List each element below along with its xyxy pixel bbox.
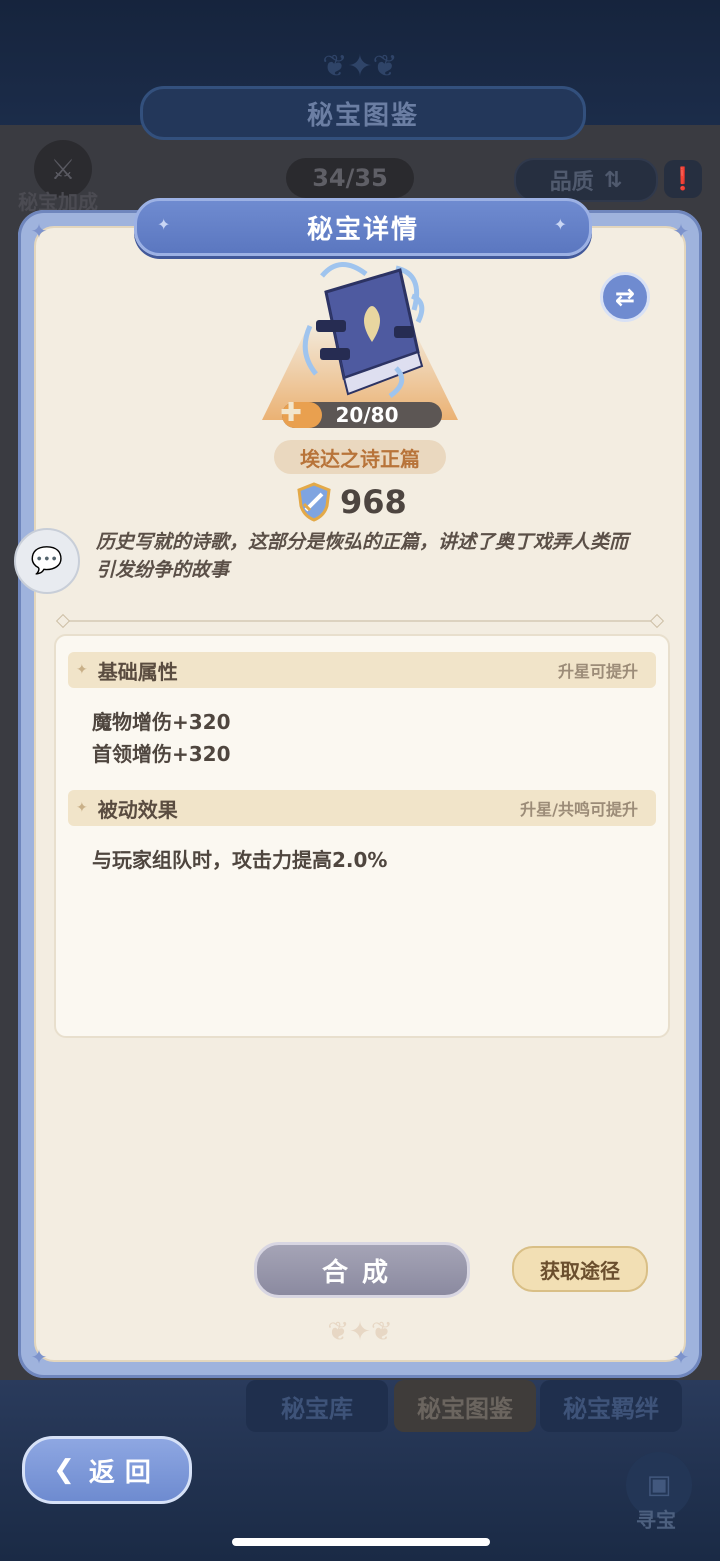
book-icon (302, 262, 425, 399)
sort-icon: ⇅ (603, 167, 623, 193)
back-button[interactable]: ❮ 返回 (22, 1436, 192, 1504)
chat-icon[interactable]: 💬 (14, 528, 80, 594)
passive-effect-hint: 升星/共鸣可提升 (520, 800, 638, 819)
acquire-route-button[interactable]: 获取途径 (512, 1246, 648, 1292)
back-label: 返回 (88, 1457, 161, 1488)
passive-effect-title: 被动效果 (97, 797, 178, 822)
swap-icon[interactable]: ⇄ (600, 272, 650, 322)
power-row: 968 (296, 480, 407, 524)
basic-attributes-header: ✦ 基础属性 升星可提升 (68, 652, 656, 688)
collection-count: 34/35 (286, 158, 414, 198)
synthesize-button[interactable]: 合成 (254, 1242, 470, 1298)
seek-treasure-label: 寻宝 (636, 1508, 676, 1532)
tab-treasure-library[interactable]: 秘宝库 (246, 1380, 388, 1432)
corner-ornament-icon: ✦ (672, 1345, 690, 1369)
quality-label: 品质 (549, 170, 594, 195)
modal-title-text: 秘宝详情 (306, 214, 419, 245)
basic-attributes-title: 基础属性 (97, 659, 178, 684)
ribbon-star-icon: ✦ (553, 215, 569, 234)
section-star-icon: ✦ (76, 662, 88, 678)
quality-sort-button[interactable]: 品质 ⇅ (514, 158, 658, 202)
home-indicator (232, 1538, 490, 1546)
fragment-progress-bar: 20/80 (282, 402, 442, 428)
passive-effect-header: ✦ 被动效果 升星/共鸣可提升 (68, 790, 656, 826)
basic-attributes-hint: 升星可提升 (557, 662, 638, 681)
info-icon[interactable]: ❗ (664, 160, 702, 198)
corner-ornament-icon: ✦ (30, 1345, 48, 1369)
tab-treasure-bond[interactable]: 秘宝羁绊 (540, 1380, 682, 1432)
attribute-line: 魔物增伤+320 (92, 710, 231, 734)
corner-ornament-icon: ✦ (30, 219, 48, 243)
corner-ornament-icon: ✦ (672, 219, 690, 243)
tab-treasure-codex[interactable]: 秘宝图鉴 (394, 1380, 536, 1432)
crest-icon: ❦✦❦ (322, 48, 398, 84)
power-value: 968 (340, 483, 407, 521)
background-header-title: 秘宝图鉴 (140, 86, 586, 140)
item-description: 历史写就的诗歌，这部分是恢弘的正篇，讲述了奥丁戏弄人类而引发纷争的故事 (96, 531, 629, 581)
ribbon-star-icon: ✦ (157, 215, 173, 234)
shield-sword-icon (297, 482, 331, 522)
back-arrow-icon: ❮ (53, 1455, 85, 1485)
divider (60, 620, 660, 622)
item-name: 埃达之诗正篇 (274, 440, 446, 474)
puzzle-icon: ✚ (280, 398, 302, 428)
crest-icon: ❦✦❦ (327, 1317, 393, 1347)
fragment-progress-text: 20/80 (335, 403, 399, 427)
passive-effect-line: 与玩家组队时，攻击力提高2.0% (92, 848, 388, 872)
modal-title: ✦ 秘宝详情 ✦ (134, 198, 592, 256)
attribute-panel: ✦ 基础属性 升星可提升 魔物增伤+320 首领增伤+320 ✦ 被动效果 升星… (54, 634, 670, 1038)
attribute-line: 首领增伤+320 (92, 742, 231, 766)
section-star-icon: ✦ (76, 800, 88, 816)
